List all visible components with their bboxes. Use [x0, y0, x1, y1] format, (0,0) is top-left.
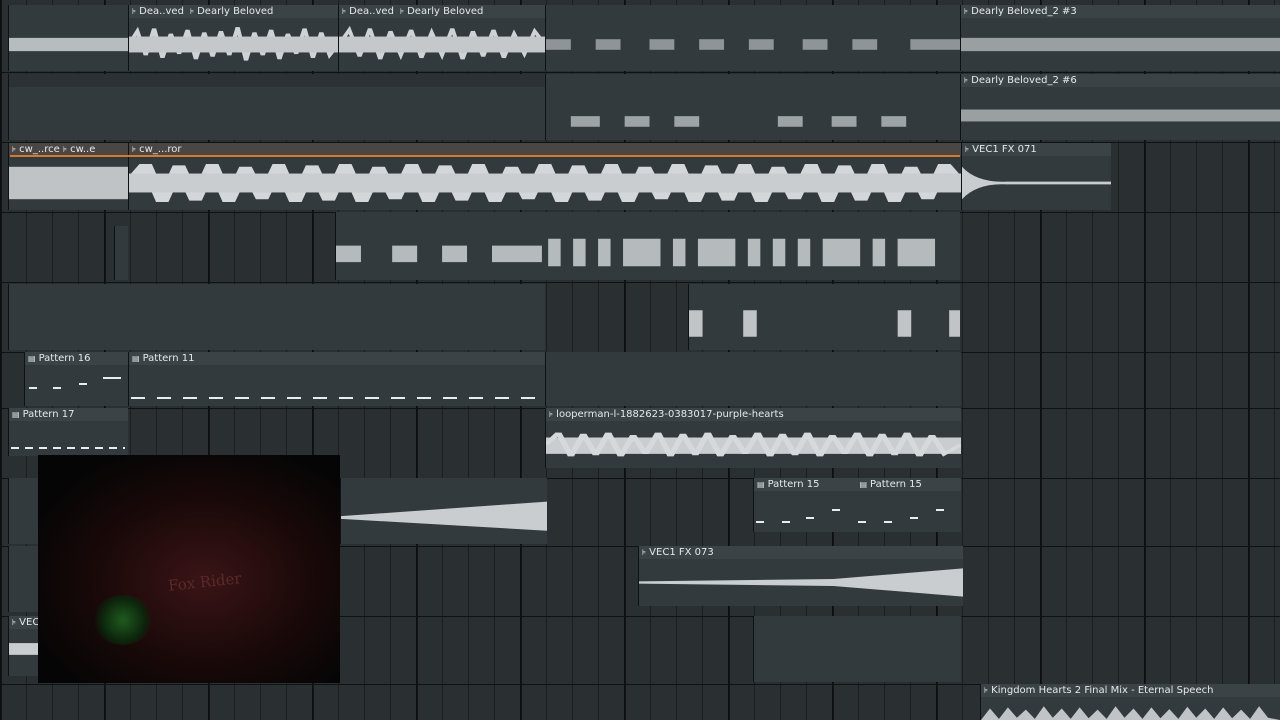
audio-clip-vec1-fx-073[interactable]: ⊧ VEC1 FX 073: [638, 546, 963, 606]
pattern-clip-icon: ▤: [28, 354, 36, 363]
audio-clip[interactable]: [8, 5, 128, 71]
audio-clip-arrow-icon: ⊧: [189, 7, 195, 16]
audio-clip-dearly-beloved-2-6[interactable]: ⊧ Dearly Beloved_2 #6: [960, 74, 1280, 140]
clip-label: VEC: [19, 617, 38, 628]
clip-label: Pattern 17: [22, 409, 75, 420]
clip-label: VEC1 FX 071: [972, 144, 1037, 155]
pattern-clip[interactable]: [545, 352, 961, 406]
pattern-clip[interactable]: [8, 284, 545, 350]
audio-clip-dearly-beloved[interactable]: ⊧ Dea..ved ⊧ Dearly Beloved: [338, 5, 545, 71]
pattern-markers: [9, 74, 545, 87]
waveform: [689, 297, 960, 350]
audio-clip-arrow-icon: ⊧: [549, 410, 554, 419]
clip-label: Dea..ved: [139, 6, 184, 17]
waveform: [546, 87, 960, 140]
clip-label: VEC1 FX 073: [649, 547, 714, 558]
pattern-notes: [754, 491, 961, 532]
waveform: [129, 18, 338, 71]
audio-clip-arrow-icon: ⊧: [399, 7, 405, 16]
waveform: [981, 697, 1280, 720]
audio-clip-arrow-icon: ⊧: [342, 7, 347, 16]
clip-label: Pattern 15: [870, 479, 922, 490]
clip-label: cw_...ror: [139, 144, 182, 155]
audio-clip-hits[interactable]: [688, 284, 960, 350]
audio-clip-cw-rce[interactable]: ⊧ cw_..rce ⊧ cw..e: [8, 143, 128, 210]
audio-clip-arrow-icon: ⊧: [984, 686, 989, 695]
waveform: [962, 156, 1111, 210]
audio-clip-vec[interactable]: ⊧ VEC: [8, 616, 38, 676]
waveform: [546, 18, 960, 71]
waveform: [339, 18, 545, 71]
playhead-marker-bar: [10, 155, 960, 157]
pattern-notes: [129, 365, 545, 406]
audio-clip-arrow-icon: ⊧: [132, 7, 137, 16]
audio-clip-arrow-icon: ⊧: [964, 76, 969, 85]
waveform: [9, 629, 38, 676]
pattern-clip-11[interactable]: ▤ Pattern 11: [128, 352, 545, 406]
audio-clip-arrow-icon: ⊧: [642, 548, 647, 557]
clip-label: Pattern 16: [38, 353, 91, 364]
clip-label: Pattern 15: [767, 479, 820, 490]
audio-clip-arrow-icon: ⊧: [12, 618, 17, 627]
clip-label: cw_..rce: [19, 144, 60, 155]
audio-clip-vec1-fx-071[interactable]: ⊧ VEC1 FX 071: [961, 143, 1111, 210]
waveform: [9, 156, 128, 210]
pattern-clip[interactable]: [8, 478, 38, 544]
pattern-clip-icon: ▤: [132, 354, 140, 363]
pattern-clip-16[interactable]: ▤ Pattern 16: [24, 352, 128, 406]
audio-clip-dearly-beloved[interactable]: ⊧ Dea..ved ⊧ Dearly Beloved: [128, 5, 338, 71]
clip-label: Kingdom Hearts 2 Final Mix - Eternal Spe…: [991, 685, 1214, 696]
audio-clip-dearly-beloved-2-3[interactable]: ⊧ Dearly Beloved_2 #3: [960, 5, 1280, 71]
webcam-overlay: Fox Rider: [38, 455, 340, 683]
clip-label: looperman-l-1882623-0383017-purple-heart…: [556, 409, 784, 420]
audio-clip-chops[interactable]: [335, 212, 960, 280]
pattern-notes: [25, 365, 128, 406]
clip-label: Dearly Beloved: [197, 6, 274, 17]
audio-clip-riser[interactable]: [340, 478, 547, 544]
waveform: [129, 156, 961, 210]
audio-clip-small[interactable]: [114, 226, 128, 280]
clip-label: Dearly Beloved: [407, 6, 484, 17]
waveform: [9, 18, 128, 71]
pattern-clip-icon: ▤: [859, 480, 868, 489]
audio-clip-cw-ror-sequence[interactable]: ⊧ cw_...ror: [128, 143, 961, 210]
waveform: [341, 491, 547, 544]
audio-clip-arrow-icon: ⊧: [965, 145, 970, 154]
pattern-clip[interactable]: [753, 616, 961, 682]
pattern-clip-17[interactable]: ▤ Pattern 17: [8, 408, 128, 456]
clip-label: Dearly Beloved_2 #6: [971, 75, 1077, 86]
waveform: [546, 421, 961, 468]
audio-clip[interactable]: [545, 74, 960, 140]
waveform: [961, 87, 1280, 140]
pattern-clip[interactable]: [8, 74, 545, 140]
audio-clip[interactable]: [545, 5, 960, 71]
clip-label: cw..e: [70, 144, 96, 155]
audio-clip-looperman-purple-hearts[interactable]: ⊧ looperman-l-1882623-0383017-purple-hear…: [545, 408, 961, 468]
audio-clip-arrow-icon: ⊧: [964, 7, 969, 16]
audio-clip-kingdom-hearts-eternal-speech[interactable]: ⊧ Kingdom Hearts 2 Final Mix - Eternal Sp…: [980, 684, 1280, 720]
pattern-clip-icon: ▤: [12, 410, 20, 419]
clip-label: Dea..ved: [349, 6, 394, 17]
waveform: [336, 225, 960, 280]
pattern-clip[interactable]: [8, 546, 38, 612]
waveform: [961, 18, 1280, 71]
clip-label: Pattern 11: [142, 353, 195, 364]
pattern-notes: [9, 421, 128, 456]
pattern-clip-15[interactable]: ▤ Pattern 15 ▤ Pattern 15: [753, 478, 961, 532]
clip-label: Dearly Beloved_2 #3: [971, 6, 1077, 17]
pattern-clip-icon: ▤: [757, 480, 765, 489]
green-light: [93, 595, 153, 645]
waveform: [639, 559, 963, 606]
